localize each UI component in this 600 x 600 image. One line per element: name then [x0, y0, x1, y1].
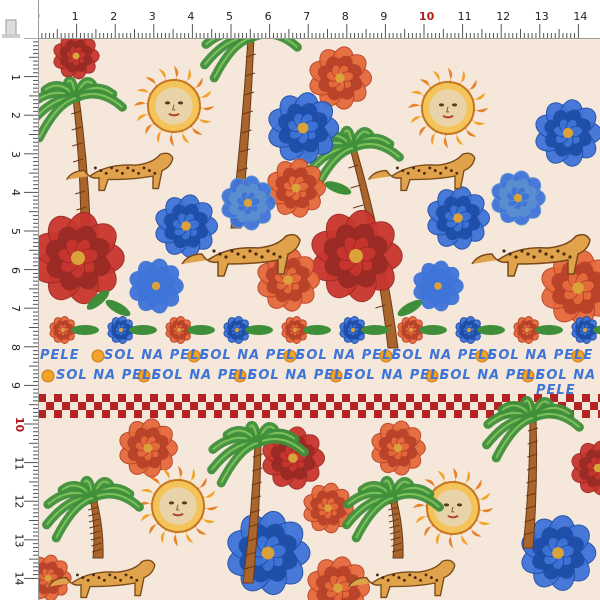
- band-text-row1: SOL NA PELE: [392, 348, 498, 363]
- left-ruler-label: 2: [9, 112, 22, 120]
- band-text-row2: SOL NA PELE: [248, 368, 354, 383]
- top-ruler-label: 14: [573, 10, 588, 23]
- left-ruler-label: 4: [9, 189, 22, 197]
- flower: [129, 258, 184, 314]
- left-ruler-label: 9: [9, 382, 22, 390]
- ruler-corner-icon: [2, 19, 20, 38]
- left-ruler-label: 10: [13, 416, 27, 433]
- top-ruler-label: 13: [534, 10, 549, 23]
- top-ruler-label: 7: [303, 10, 311, 23]
- left-ruler-label: 11: [12, 456, 26, 471]
- leaf: [535, 325, 563, 335]
- fabric-preview: PELE SOL NA PELE SOL NA PELE SOL NA PELE SOL…: [0, 0, 600, 600]
- band-text-row2: SOL NA PELE: [440, 368, 546, 383]
- left-ruler-label: 5: [9, 228, 22, 235]
- band-text-row2: SOL NA PELE: [152, 368, 258, 383]
- leopard: [471, 233, 591, 277]
- top-ruler-label: 4: [187, 10, 195, 23]
- left-ruler-label: 14: [12, 571, 26, 586]
- flower: [53, 38, 100, 80]
- leaf: [245, 325, 273, 335]
- flower: [427, 186, 490, 250]
- flower: [227, 510, 311, 596]
- top-ruler-label: 12: [496, 10, 511, 23]
- sun-face: [133, 65, 215, 147]
- left-ruler-label: 6: [9, 266, 22, 274]
- flower: [221, 175, 276, 231]
- top-ruler-label: 9: [380, 10, 388, 23]
- leaf: [477, 325, 505, 335]
- band-text-row2: SOL NA PELE: [56, 368, 162, 383]
- left-ruler: 1 2 3 4 5 6 7 8 9 10 11 12 13 14: [0, 0, 39, 600]
- top-ruler-label: 6: [264, 10, 272, 23]
- leaf: [419, 325, 447, 335]
- top-ruler-label: 11: [457, 10, 472, 23]
- top-ruler-label: 3: [148, 10, 156, 23]
- mini-sun-icon: [91, 349, 105, 363]
- leaf: [303, 325, 331, 335]
- top-ruler-label: 5: [226, 10, 233, 23]
- leaf: [187, 325, 215, 335]
- leaf: [397, 299, 423, 317]
- top-ruler-label: 2: [110, 10, 118, 23]
- ruler-corner: [0, 0, 38, 38]
- left-ruler-label: 12: [12, 494, 26, 509]
- left-ruler-label: 1: [9, 73, 22, 81]
- sun-face: [412, 467, 494, 549]
- top-ruler-label: 10: [419, 10, 435, 23]
- band-text-row1: PELE: [40, 348, 80, 363]
- leaf: [324, 181, 352, 195]
- leaf: [71, 325, 99, 335]
- flower: [307, 556, 370, 600]
- band-text-row1: SOL NA PELE: [104, 348, 210, 363]
- top-ruler-label: 1: [71, 10, 79, 23]
- fabric-print: PELE SOL NA PELE SOL NA PELE SOL NA PELE SOL…: [38, 38, 600, 600]
- band-text-row2: SOL NA PELE: [344, 368, 450, 383]
- top-ruler: 01234567891011121314: [0, 0, 600, 39]
- flower: [38, 211, 125, 305]
- leaf: [105, 299, 131, 317]
- flower: [535, 99, 600, 167]
- top-ruler-label: 8: [341, 10, 349, 23]
- left-ruler-label: 3: [9, 150, 22, 158]
- band-text-row2: SOL NA PELE: [536, 368, 597, 398]
- flower: [371, 420, 426, 476]
- left-ruler-label: 8: [9, 343, 22, 351]
- leaf: [361, 325, 389, 335]
- leopard: [368, 152, 476, 192]
- band-text-row1: SOL NA PELE: [200, 348, 306, 363]
- flower: [155, 194, 218, 258]
- flower: [119, 418, 178, 478]
- left-ruler-label: 7: [9, 305, 22, 313]
- palm-tree: [42, 475, 144, 559]
- mini-sun-icon: [41, 369, 55, 383]
- flower: [491, 170, 546, 226]
- band-text-row1: SOL NA PELE: [296, 348, 402, 363]
- sun-face: [407, 67, 489, 149]
- sun-face: [137, 465, 219, 547]
- pattern-artwork: [38, 38, 600, 600]
- flower: [571, 440, 600, 496]
- palm-tree: [342, 475, 444, 559]
- band-text-row1: SOL NA PELE: [488, 348, 594, 363]
- left-ruler-label: 13: [12, 533, 26, 548]
- leaf: [129, 325, 157, 335]
